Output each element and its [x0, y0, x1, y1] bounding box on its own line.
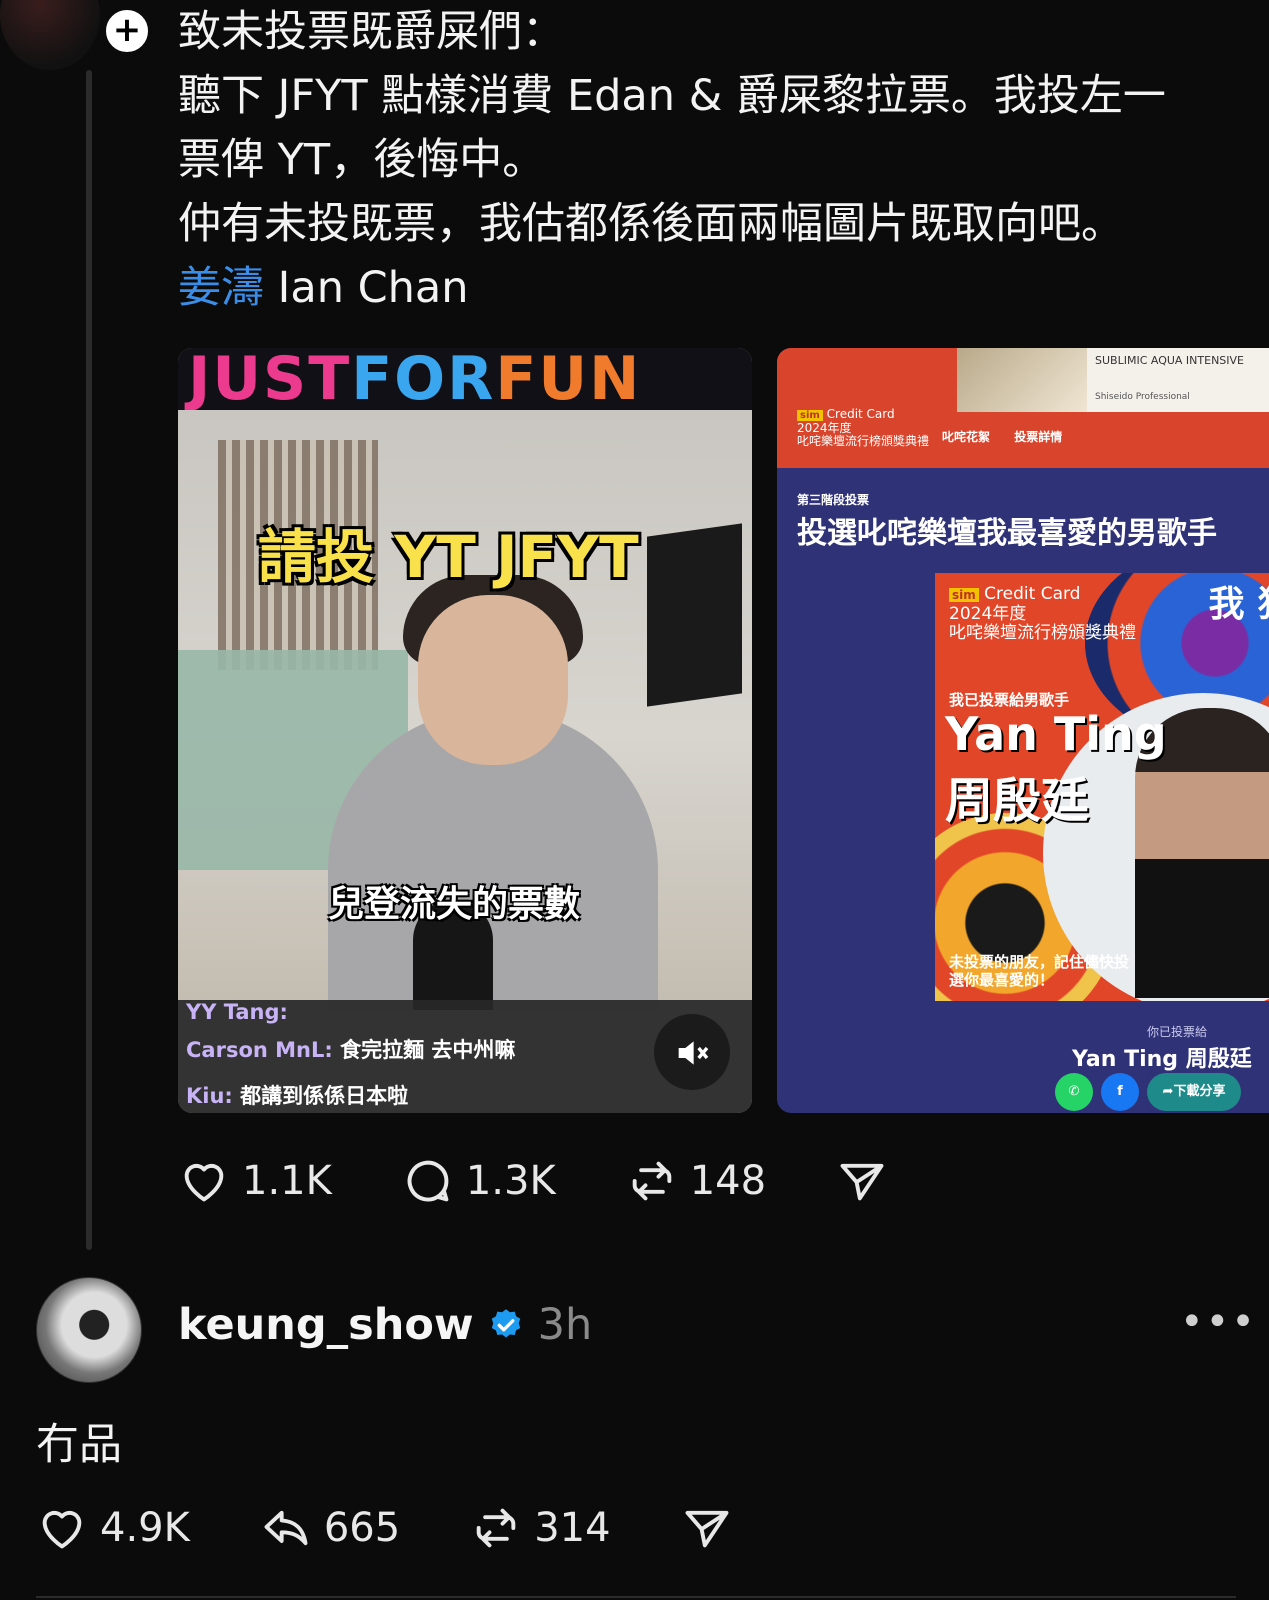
post-line: 聽下 JFYT 點樣消費 Edan & 爵屎黎拉票。我投左一	[178, 71, 1166, 121]
post-line: 票俾 YT，後悔中。	[178, 135, 546, 185]
post-mention-line: 姜濤 Ian Chan	[178, 256, 1238, 320]
post-action-bar: 1.1K 1.3K 148	[178, 1155, 970, 1207]
card-side-text: 我 狂	[1208, 584, 1269, 625]
chat-row: YY Tang:	[186, 1000, 288, 1024]
reply-body: 冇品	[36, 1420, 122, 1470]
repost-icon	[632, 1161, 671, 1201]
chat-row: Kiu: 都講到係係日本啦	[186, 1084, 409, 1108]
reply-username[interactable]: keung_show	[178, 1300, 474, 1350]
reply-count: 665	[323, 1505, 401, 1551]
like-button[interactable]: 4.9K	[36, 1502, 190, 1554]
mention-link[interactable]: 姜濤	[178, 263, 264, 313]
reply-button[interactable]: 665	[260, 1502, 400, 1554]
card-logo: sim Credit Card 2024年度 叱咤樂壇流行榜頒獎典禮	[949, 584, 1136, 643]
reply-arrow-icon	[264, 1510, 308, 1546]
comment-bubble-icon	[407, 1160, 449, 1202]
reply-action-bar: 4.9K 665 314	[36, 1502, 815, 1554]
heart-icon	[42, 1510, 82, 1549]
whatsapp-icon[interactable]: ✆	[1055, 1073, 1093, 1111]
repost-button[interactable]: 314	[470, 1502, 611, 1554]
video-media[interactable]: JUSTFORFUN 請投 YT JFYT 兒登流失的票數 YY Tang: C…	[178, 348, 752, 1113]
divider	[36, 1596, 1236, 1598]
heart-icon	[184, 1163, 224, 1202]
like-button[interactable]: 1.1K	[178, 1155, 332, 1207]
mention-name: Ian Chan	[264, 263, 469, 313]
follow-plus-icon[interactable]: +	[102, 6, 152, 56]
post-line: 仲有未投既票，我估都係後面兩幅圖片既取向吧。	[178, 199, 1124, 249]
comment-button[interactable]: 1.3K	[402, 1155, 556, 1207]
reply-timestamp: 3h	[537, 1300, 593, 1350]
singer-name-zh: 周殷廷	[945, 773, 1090, 829]
reply-avatar[interactable]	[36, 1277, 142, 1383]
poster-media[interactable]: SUBLIMIC AQUA INTENSIVE Shiseido Profess…	[777, 348, 1269, 1113]
repost-icon	[476, 1508, 516, 1548]
vote-stage: 第三階段投票	[797, 493, 870, 507]
video-frame: 請投 YT JFYT 兒登流失的票數	[178, 410, 752, 1010]
video-brand-banner: JUSTFORFUN	[178, 348, 752, 410]
singer-name-en: Yan Ting	[945, 707, 1167, 761]
repost-count: 314	[534, 1505, 611, 1551]
poster-nav: 叱咤花絮 投票詳情	[942, 428, 1082, 445]
like-count: 1.1K	[242, 1158, 332, 1204]
voted-for-label: 你已投票給	[1147, 1025, 1208, 1039]
vote-card: sim Credit Card 2024年度 叱咤樂壇流行榜頒獎典禮 我 狂 我…	[935, 573, 1269, 1001]
author-avatar[interactable]	[0, 0, 100, 70]
share-button[interactable]	[681, 1502, 745, 1554]
event-logo: sim Credit Card 2024年度 叱咤樂壇流行榜頒獎典禮	[797, 407, 930, 448]
vote-title: 投選叱咤樂壇我最喜愛的男歌手	[797, 516, 1217, 551]
ad-banner[interactable]: SUBLIMIC AQUA INTENSIVE Shiseido Profess…	[957, 348, 1269, 412]
post-body: 致未投票既爵屎們： 聽下 JFYT 點樣消費 Edan & 爵屎黎拉票。我投左一…	[178, 0, 1238, 320]
post-line: 致未投票既爵屎們：	[178, 7, 565, 57]
poster-header: SUBLIMIC AQUA INTENSIVE Shiseido Profess…	[777, 348, 1269, 468]
repost-count: 148	[689, 1158, 767, 1204]
voted-for-name: Yan Ting 周殷廷	[1072, 1047, 1252, 1072]
card-reminder: 未投票的朋友，記住儘快投選你最喜愛的！	[949, 953, 1130, 989]
thread-connector-line	[86, 70, 92, 1250]
send-icon	[685, 1510, 729, 1548]
more-options-icon[interactable]: •••	[1180, 1302, 1257, 1342]
chat-row: Carson MnL: 食完拉麵 去中州嘛	[186, 1038, 516, 1062]
download-share-button[interactable]: ➦下載分享	[1147, 1073, 1241, 1111]
comment-count: 1.3K	[465, 1158, 556, 1204]
share-button[interactable]	[836, 1155, 900, 1207]
nav-item[interactable]: 投票詳情	[1014, 430, 1062, 444]
nav-item[interactable]: 叱咤花絮	[942, 430, 990, 444]
repost-button[interactable]: 148	[626, 1155, 766, 1207]
verified-badge-icon	[491, 1309, 520, 1338]
reply-header: keung_show 3h	[178, 1300, 592, 1350]
muted-speaker-icon[interactable]	[654, 1014, 730, 1090]
facebook-icon[interactable]: f	[1101, 1073, 1139, 1111]
video-caption-top: 請投 YT JFYT	[258, 523, 639, 591]
video-caption-sub: 兒登流失的票數	[328, 884, 581, 925]
like-count: 4.9K	[100, 1505, 190, 1551]
send-icon	[840, 1163, 884, 1201]
